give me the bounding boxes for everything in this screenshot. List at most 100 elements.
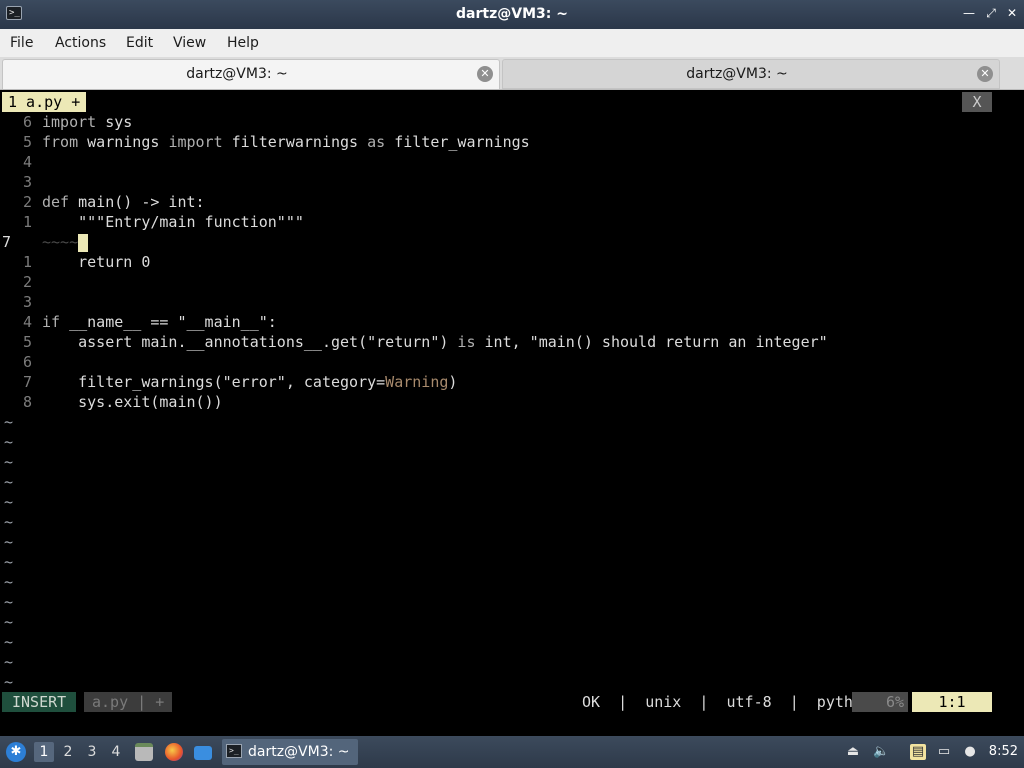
line-number: 8: [22, 393, 32, 411]
line-number: 4: [22, 313, 32, 331]
status-fileinfo: OK | unix | utf-8 | python: [582, 693, 871, 711]
code-line[interactable]: 3: [0, 172, 1000, 192]
line-number: 3: [22, 173, 32, 191]
network-icon[interactable]: ▭: [936, 744, 952, 760]
code-token: ~~~~: [42, 233, 79, 251]
code-token: """Entry/main function""": [42, 213, 304, 231]
code-line[interactable]: 5 assert main.__annotations__.get("retur…: [0, 332, 1000, 352]
vim-tabline: 1 a.py + X: [0, 92, 1024, 112]
tab-bar: dartz@VM3: ~ ✕ dartz@VM3: ~ ✕: [0, 57, 1024, 90]
vim-tab-close[interactable]: X: [962, 92, 992, 112]
code-line[interactable]: 5 from warnings import filterwarnings as …: [0, 132, 1000, 152]
code-line[interactable]: 4: [0, 152, 1000, 172]
window-title: dartz@VM3: ~: [456, 6, 568, 22]
mode-indicator: INSERT: [2, 692, 77, 712]
status-percent: 6%: [852, 692, 908, 712]
firefox-icon[interactable]: [165, 743, 183, 761]
code-line[interactable]: 8 sys.exit(main()): [0, 392, 1000, 412]
taskbar-terminal-task[interactable]: >_ dartz@VM3: ~: [222, 739, 358, 765]
start-menu-icon[interactable]: ✱: [6, 742, 26, 762]
workspace-1[interactable]: 1: [34, 742, 54, 762]
close-window-button[interactable]: ✕: [1005, 6, 1019, 20]
code-token: import: [168, 133, 223, 151]
menu-view[interactable]: View: [173, 35, 206, 51]
code-token: from: [42, 133, 79, 151]
empty-line-tilde: ~: [4, 653, 14, 671]
code-line[interactable]: 1 """Entry/main function""": [0, 212, 1000, 232]
workspace-3[interactable]: 3: [82, 742, 102, 762]
line-number: 5: [22, 133, 32, 151]
line-number: 2: [22, 273, 32, 291]
empty-line-tilde: ~: [4, 473, 14, 491]
code-line[interactable]: 4 if __name__ == "__main__":: [0, 312, 1000, 332]
code-token: sys.exit(main()): [42, 393, 223, 411]
code-token: sys: [96, 113, 133, 131]
tab-terminal-2[interactable]: dartz@VM3: ~ ✕: [502, 59, 1000, 89]
text-cursor: [78, 233, 89, 252]
code-token: main() -> int:: [69, 193, 205, 211]
code-token: import: [42, 113, 97, 131]
empty-line-tilde: ~: [4, 413, 14, 431]
code-token: __name__ == "__main__":: [60, 313, 277, 331]
empty-line-tilde: ~: [4, 453, 14, 471]
status-filename: a.py | +: [84, 692, 173, 712]
empty-line-tilde: ~: [4, 633, 14, 651]
empty-line-tilde: ~: [4, 613, 14, 631]
eject-icon[interactable]: ⏏: [845, 744, 861, 760]
code-token: filter_warnings: [385, 133, 530, 151]
minimize-button[interactable]: —: [962, 6, 976, 20]
show-desktop-icon[interactable]: [194, 746, 212, 760]
line-number: 1: [22, 253, 32, 271]
empty-line-tilde: ~: [4, 433, 14, 451]
clipboard-icon[interactable]: ▤: [910, 744, 926, 760]
maximize-button[interactable]: ⤢: [984, 6, 998, 20]
task-label: dartz@VM3: ~: [248, 744, 350, 760]
workspace-4[interactable]: 4: [106, 742, 126, 762]
code-token: Warning: [385, 373, 449, 391]
notification-icon[interactable]: ●: [962, 744, 978, 760]
workspace-2[interactable]: 2: [58, 742, 78, 762]
status-cursor-position: 1:1: [912, 692, 992, 712]
line-number: 6: [22, 353, 32, 371]
menu-edit[interactable]: Edit: [126, 35, 153, 51]
title-bar: >_ dartz@VM3: ~ — ⤢ ✕: [0, 0, 1024, 29]
line-number: 7: [22, 373, 32, 391]
code-token: filterwarnings: [222, 133, 368, 151]
empty-line-tilde: ~: [4, 513, 14, 531]
empty-line-tilde: ~: [4, 493, 14, 511]
menu-help[interactable]: Help: [227, 35, 259, 51]
code-token: if: [42, 313, 61, 331]
code-token: return 0: [42, 253, 151, 271]
code-line[interactable]: 3: [0, 292, 1000, 312]
line-number: 3: [22, 293, 32, 311]
code-line[interactable]: 7 filter_warnings("error", category=Warn…: [0, 372, 1000, 392]
code-line[interactable]: 7 ~~~~: [0, 232, 1000, 252]
line-number: 7: [2, 233, 12, 251]
empty-line-tilde: ~: [4, 673, 14, 691]
code-line[interactable]: 6: [0, 352, 1000, 372]
line-number: 2: [22, 193, 32, 211]
line-number: 6: [22, 113, 32, 131]
line-number: 5: [22, 333, 32, 351]
taskbar: ✱ 1 2 3 4 >_ dartz@VM3: ~ ⏏ 🔈 ▤ ▭ ● 8:52: [0, 736, 1024, 768]
code-line[interactable]: 2 def main() -> int:: [0, 192, 1000, 212]
terminal-area[interactable]: 1 a.py + X 6 import sys 5 from warnings imp…: [0, 90, 1024, 734]
menu-actions[interactable]: Actions: [55, 35, 106, 51]
menu-file[interactable]: File: [10, 35, 33, 51]
close-tab-icon[interactable]: ✕: [977, 66, 993, 82]
line-number: 1: [22, 213, 32, 231]
close-tab-icon[interactable]: ✕: [477, 66, 493, 82]
tab-terminal-1[interactable]: dartz@VM3: ~ ✕: [2, 59, 500, 89]
vim-buffer-tab[interactable]: 1 a.py +: [2, 92, 87, 112]
volume-icon[interactable]: 🔈: [873, 744, 889, 760]
code-line[interactable]: 6 import sys: [0, 112, 1000, 132]
code-token: warnings: [78, 133, 169, 151]
code-line[interactable]: 1 return 0: [0, 252, 1000, 272]
file-manager-icon[interactable]: [135, 743, 153, 761]
code-token: assert main.__annotations__.get("return"…: [42, 333, 458, 351]
code-token: ): [448, 373, 458, 391]
terminal-icon: >_: [226, 744, 242, 758]
code-line[interactable]: 2: [0, 272, 1000, 292]
empty-line-tilde: ~: [4, 593, 14, 611]
empty-line-tilde: ~: [4, 533, 14, 551]
